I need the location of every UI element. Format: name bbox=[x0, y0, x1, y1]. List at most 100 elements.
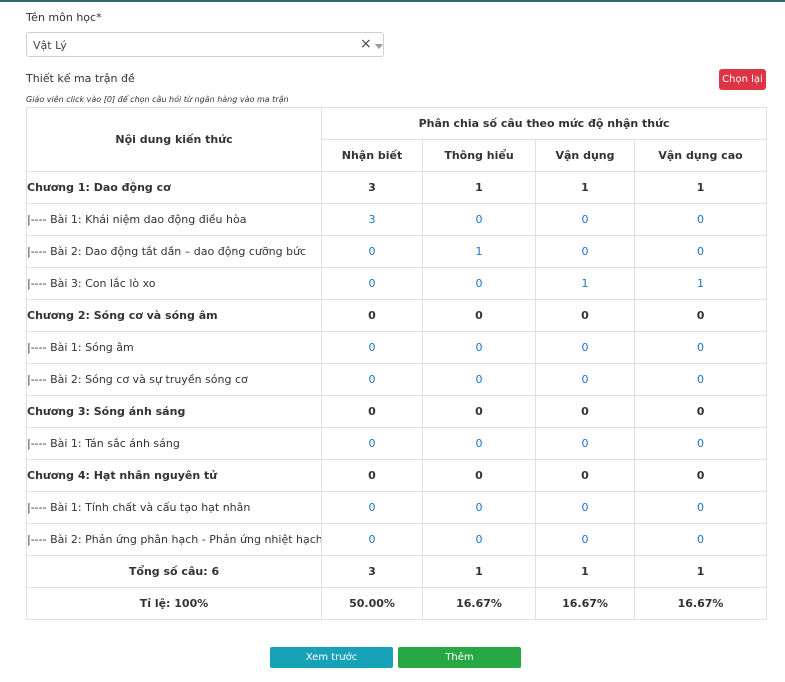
chapter-count: 0 bbox=[321, 299, 423, 332]
question-count-link[interactable]: 0 bbox=[633, 491, 768, 524]
lesson-row: |---- Bài 1: Tán sắc ánh sáng 0 0 0 0 bbox=[26, 427, 768, 460]
header-level: Thông hiểu bbox=[422, 139, 536, 172]
chapter-count: 0 bbox=[422, 395, 536, 428]
chapter-name: Chương 3: Sóng ánh sáng bbox=[26, 395, 322, 428]
ratio-row: Tỉ lệ: 100% 50.00% 16.67% 16.67% 16.67% bbox=[26, 587, 768, 620]
question-count-link[interactable]: 0 bbox=[321, 331, 423, 364]
question-count-link[interactable]: 0 bbox=[321, 363, 423, 396]
chapter-count: 0 bbox=[535, 459, 635, 492]
question-count-link[interactable]: 0 bbox=[422, 427, 536, 460]
total-row: Tổng số câu: 6 3 1 1 1 bbox=[26, 555, 768, 588]
matrix-table: Nội dung kiến thức Phân chia số câu theo… bbox=[26, 107, 768, 620]
lesson-row: |---- Bài 2: Dao động tắt dần – dao động… bbox=[26, 235, 768, 268]
chapter-count: 0 bbox=[535, 395, 635, 428]
lesson-row: |---- Bài 3: Con lắc lò xo 0 0 1 1 bbox=[26, 267, 768, 300]
question-count-link[interactable]: 1 bbox=[633, 267, 768, 300]
question-count-link[interactable]: 0 bbox=[321, 427, 423, 460]
chapter-count: 0 bbox=[535, 299, 635, 332]
question-count-link[interactable]: 3 bbox=[321, 203, 423, 236]
question-count-link[interactable]: 1 bbox=[535, 267, 635, 300]
total-label: Tổng số câu: 6 bbox=[26, 555, 322, 588]
top-accent-line bbox=[0, 0, 785, 2]
chapter-count: 0 bbox=[321, 459, 423, 492]
ratio-value: 16.67% bbox=[422, 587, 536, 620]
ratio-label: Tỉ lệ: 100% bbox=[26, 587, 322, 620]
chapter-count: 0 bbox=[422, 459, 536, 492]
question-count-link[interactable]: 0 bbox=[535, 235, 635, 268]
lesson-name: |---- Bài 1: Khái niệm dao động điều hòa bbox=[26, 203, 322, 236]
question-count-link[interactable]: 0 bbox=[633, 203, 768, 236]
question-count-link[interactable]: 0 bbox=[535, 363, 635, 396]
lesson-row: |---- Bài 1: Sóng âm 0 0 0 0 bbox=[26, 331, 768, 364]
chapter-count: 1 bbox=[535, 171, 635, 204]
header-content: Nội dung kiến thức bbox=[26, 107, 322, 172]
header-level: Vận dụng bbox=[535, 139, 635, 172]
question-count-link[interactable]: 0 bbox=[633, 523, 768, 556]
lesson-row: |---- Bài 2: Sóng cơ và sự truyền sóng c… bbox=[26, 363, 768, 396]
subject-label: Tên môn học* bbox=[26, 11, 102, 24]
subject-select-value: Vật Lý bbox=[33, 39, 67, 52]
chapter-row: Chương 2: Sóng cơ và sóng âm 0 0 0 0 bbox=[26, 299, 768, 332]
lesson-row: |---- Bài 1: Tính chất và cấu tạo hạt nh… bbox=[26, 491, 768, 524]
question-count-link[interactable]: 0 bbox=[535, 331, 635, 364]
question-count-link[interactable]: 0 bbox=[422, 491, 536, 524]
question-count-link[interactable]: 0 bbox=[422, 203, 536, 236]
chapter-row: Chương 3: Sóng ánh sáng 0 0 0 0 bbox=[26, 395, 768, 428]
lesson-name: |---- Bài 1: Sóng âm bbox=[26, 331, 322, 364]
lesson-name: |---- Bài 2: Sóng cơ và sự truyền sóng c… bbox=[26, 363, 322, 396]
question-count-link[interactable]: 0 bbox=[633, 427, 768, 460]
ratio-value: 16.67% bbox=[535, 587, 635, 620]
total-value: 3 bbox=[321, 555, 423, 588]
question-count-link[interactable]: 1 bbox=[422, 235, 536, 268]
total-value: 1 bbox=[633, 555, 768, 588]
question-count-link[interactable]: 0 bbox=[422, 523, 536, 556]
chevron-down-icon[interactable] bbox=[375, 44, 383, 49]
lesson-name: |---- Bài 1: Tính chất và cấu tạo hạt nh… bbox=[26, 491, 322, 524]
matrix-body: Chương 1: Dao động cơ 3 1 1 1 |---- Bài 1: Kh… bbox=[26, 171, 768, 556]
question-count-link[interactable]: 0 bbox=[321, 235, 423, 268]
chapter-count: 0 bbox=[633, 299, 768, 332]
lesson-row: |---- Bài 2: Phản ứng phân hạch - Phản ứ… bbox=[26, 523, 768, 556]
chapter-count: 0 bbox=[633, 395, 768, 428]
question-count-link[interactable]: 0 bbox=[633, 235, 768, 268]
lesson-name: |---- Bài 1: Tán sắc ánh sáng bbox=[26, 427, 322, 460]
chapter-name: Chương 4: Hạt nhân nguyên tử bbox=[26, 459, 322, 492]
header-group: Phân chia số câu theo mức độ nhận thức bbox=[320, 107, 768, 140]
chapter-count: 0 bbox=[422, 299, 536, 332]
chapter-count: 0 bbox=[633, 459, 768, 492]
header-level: Vận dụng cao bbox=[633, 139, 768, 172]
chapter-count: 0 bbox=[321, 395, 423, 428]
lesson-row: |---- Bài 1: Khái niệm dao động điều hòa… bbox=[26, 203, 768, 236]
matrix-title: Thiết kế ma trận đề bbox=[26, 72, 135, 85]
lesson-name: |---- Bài 2: Dao động tắt dần – dao động… bbox=[26, 235, 322, 268]
preview-button[interactable]: Xem trước bbox=[270, 647, 393, 668]
matrix-hint: Giáo viên click vào [0] để chọn câu hỏi … bbox=[26, 95, 289, 104]
header-level: Nhận biết bbox=[321, 139, 423, 172]
lesson-name: |---- Bài 3: Con lắc lò xo bbox=[26, 267, 322, 300]
chapter-name: Chương 1: Dao động cơ bbox=[26, 171, 322, 204]
question-count-link[interactable]: 0 bbox=[535, 203, 635, 236]
question-count-link[interactable]: 0 bbox=[422, 363, 536, 396]
chapter-count: 1 bbox=[633, 171, 768, 204]
clear-icon[interactable]: × bbox=[360, 36, 372, 52]
ratio-value: 16.67% bbox=[633, 587, 768, 620]
question-count-link[interactable]: 0 bbox=[321, 491, 423, 524]
question-count-link[interactable]: 0 bbox=[321, 523, 423, 556]
reset-button[interactable]: Chọn lại bbox=[719, 69, 766, 90]
chapter-name: Chương 2: Sóng cơ và sóng âm bbox=[26, 299, 322, 332]
total-value: 1 bbox=[535, 555, 635, 588]
ratio-value: 50.00% bbox=[321, 587, 423, 620]
question-count-link[interactable]: 0 bbox=[535, 491, 635, 524]
question-count-link[interactable]: 0 bbox=[535, 523, 635, 556]
question-count-link[interactable]: 0 bbox=[422, 267, 536, 300]
subject-select[interactable]: Vật Lý × bbox=[26, 32, 384, 57]
add-button[interactable]: Thêm bbox=[398, 647, 521, 668]
question-count-link[interactable]: 0 bbox=[633, 363, 768, 396]
question-count-link[interactable]: 0 bbox=[422, 331, 536, 364]
question-count-link[interactable]: 0 bbox=[633, 331, 768, 364]
total-value: 1 bbox=[422, 555, 536, 588]
chapter-count: 1 bbox=[422, 171, 536, 204]
chapter-row: Chương 1: Dao động cơ 3 1 1 1 bbox=[26, 171, 768, 204]
question-count-link[interactable]: 0 bbox=[321, 267, 423, 300]
question-count-link[interactable]: 0 bbox=[535, 427, 635, 460]
